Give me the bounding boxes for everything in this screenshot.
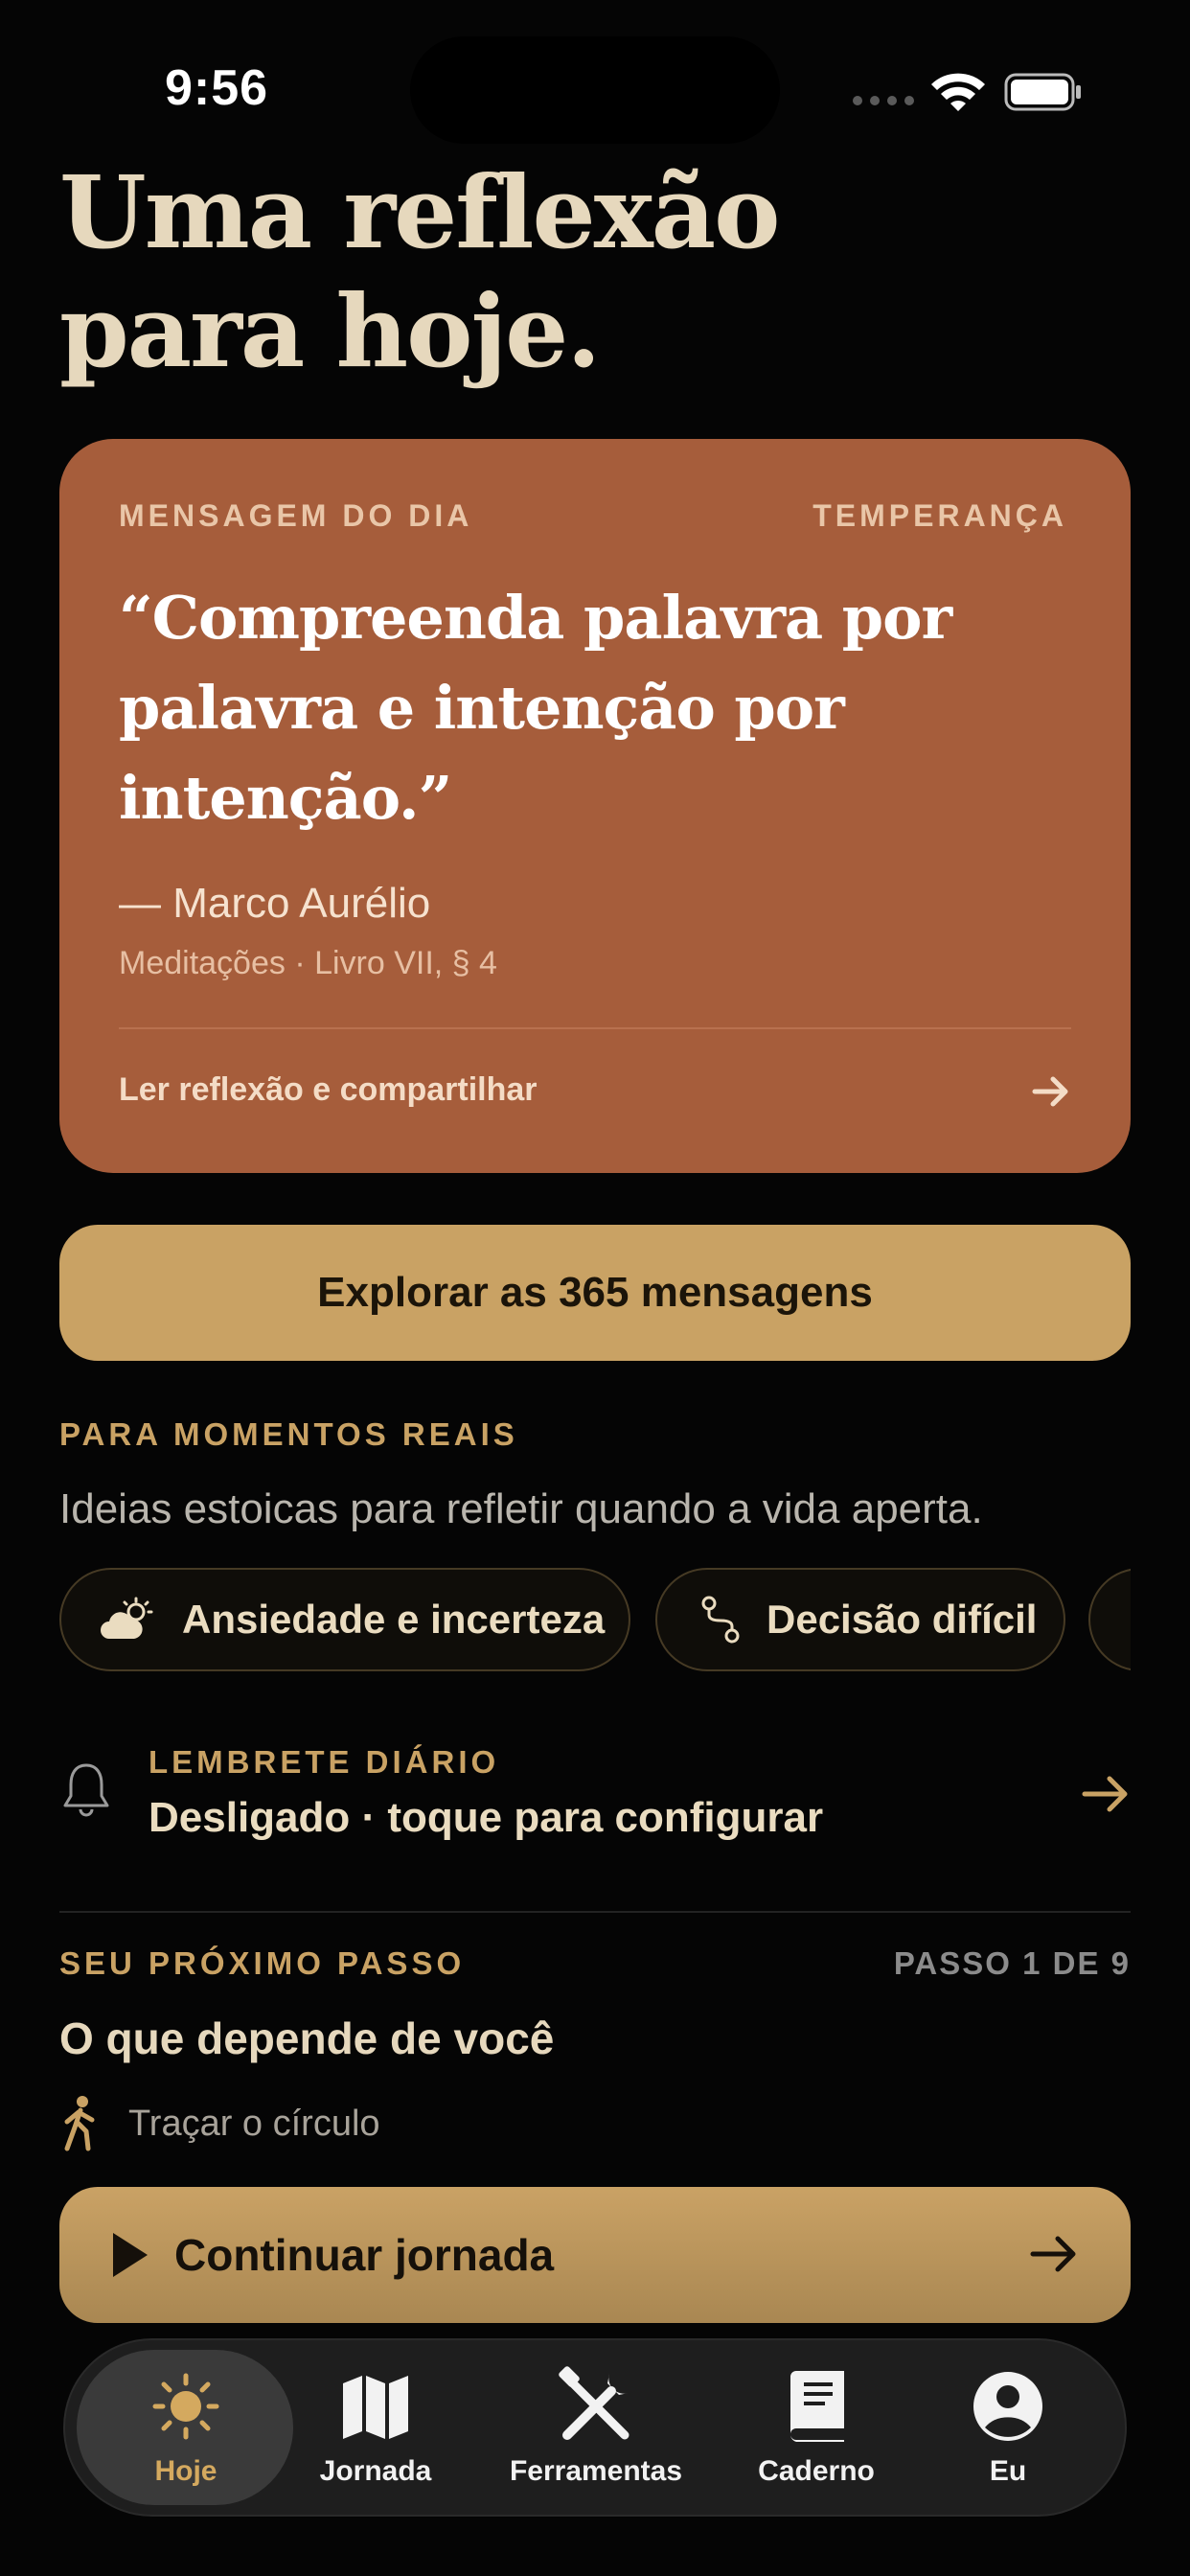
section-divider xyxy=(59,1911,1131,1913)
dynamic-island xyxy=(410,36,780,144)
quote-source: Meditações · Livro VII, § 4 xyxy=(119,945,497,981)
page-title: Uma reflexão para hoje. xyxy=(59,153,1113,391)
chip-decisao[interactable]: Decisão difícil xyxy=(655,1568,1065,1671)
card-virtue-tag: TEMPERANÇA xyxy=(812,498,1067,533)
cloud-sun-icon xyxy=(101,1597,153,1639)
continue-journey-button[interactable]: Continuar jornada xyxy=(59,2187,1131,2323)
arrow-right-icon[interactable] xyxy=(1027,1068,1075,1116)
play-icon xyxy=(113,2233,148,2277)
read-share-link[interactable]: Ler reflexão e compartilhar xyxy=(119,1071,538,1109)
card-eyebrow: MENSAGEM DO DIA xyxy=(119,498,473,533)
map-icon xyxy=(334,2369,417,2444)
cellular-signal-icon xyxy=(853,96,914,105)
next-step-label: SEU PRÓXIMO PASSO xyxy=(59,1945,466,1981)
tab-hoje[interactable]: Hoje xyxy=(80,2340,291,2515)
arrow-right-icon[interactable] xyxy=(1079,1769,1133,1819)
explore-messages-button[interactable]: Explorar as 365 mensagens xyxy=(59,1225,1131,1361)
momentos-section-label: PARA MOMENTOS REAIS xyxy=(59,1416,518,1452)
tab-label: Caderno xyxy=(758,2455,875,2487)
page-title-line-1: Uma reflexão xyxy=(59,153,780,271)
next-step-title: O que depende de você xyxy=(59,2013,555,2063)
next-step-subtitle: Traçar o círculo xyxy=(128,2104,380,2144)
tab-label: Hoje xyxy=(154,2455,217,2487)
profile-icon xyxy=(967,2369,1049,2444)
status-time: 9:56 xyxy=(165,60,269,116)
arrow-right-icon xyxy=(1030,2236,1076,2272)
bell-icon[interactable] xyxy=(59,1760,113,1821)
step-counter: PASSO 1 DE 9 xyxy=(893,1945,1131,1981)
tab-bar: Hoje Jornada Ferramentas Caderno Eu xyxy=(63,2338,1127,2517)
daily-quote: “Compreenda palavra por palavra e intenç… xyxy=(119,573,1077,843)
battery-icon xyxy=(1004,73,1081,111)
page-title-line-2: para hoje. xyxy=(59,272,601,390)
chip-ansiedade[interactable]: Ansiedade e incerteza xyxy=(59,1568,630,1671)
reminder-status[interactable]: Desligado · toque para configurar xyxy=(149,1794,823,1842)
continue-label: Continuar jornada xyxy=(174,2230,555,2280)
tab-label: Eu xyxy=(989,2455,1027,2487)
tools-icon xyxy=(555,2366,637,2444)
wifi-icon xyxy=(931,73,985,111)
daily-message-card[interactable]: MENSAGEM DO DIA TEMPERANÇA “Compreenda p… xyxy=(59,439,1131,1173)
route-icon xyxy=(701,1596,740,1644)
daily-quote-line-2: palavra e intenção por xyxy=(119,673,845,743)
momentos-chip-scroller[interactable]: Ansiedade e incerteza Decisão difícil xyxy=(0,1552,1131,1687)
chip-label: Decisão difícil xyxy=(767,1597,1038,1642)
quote-author: — Marco Aurélio xyxy=(119,880,431,927)
momentos-subtitle: Ideias estoicas para refletir quando a v… xyxy=(59,1485,983,1532)
tab-label: Jornada xyxy=(319,2455,432,2487)
sun-icon xyxy=(145,2369,227,2444)
chip-next-partial[interactable] xyxy=(1088,1568,1131,1671)
tab-jornada[interactable]: Jornada xyxy=(270,2340,481,2515)
card-divider xyxy=(119,1027,1071,1029)
tab-eu[interactable]: Eu xyxy=(903,2340,1113,2515)
chip-label: Ansiedade e incerteza xyxy=(182,1597,606,1642)
book-icon xyxy=(775,2369,858,2444)
daily-quote-line-1: “Compreenda palavra por xyxy=(119,583,952,653)
reminder-label: LEMBRETE DIÁRIO xyxy=(149,1744,500,1780)
tab-ferramentas[interactable]: Ferramentas xyxy=(491,2340,701,2515)
walking-icon xyxy=(64,2096,95,2151)
daily-quote-line-3: intenção.” xyxy=(119,763,452,833)
tab-caderno[interactable]: Caderno xyxy=(711,2340,922,2515)
tab-label: Ferramentas xyxy=(509,2455,683,2487)
